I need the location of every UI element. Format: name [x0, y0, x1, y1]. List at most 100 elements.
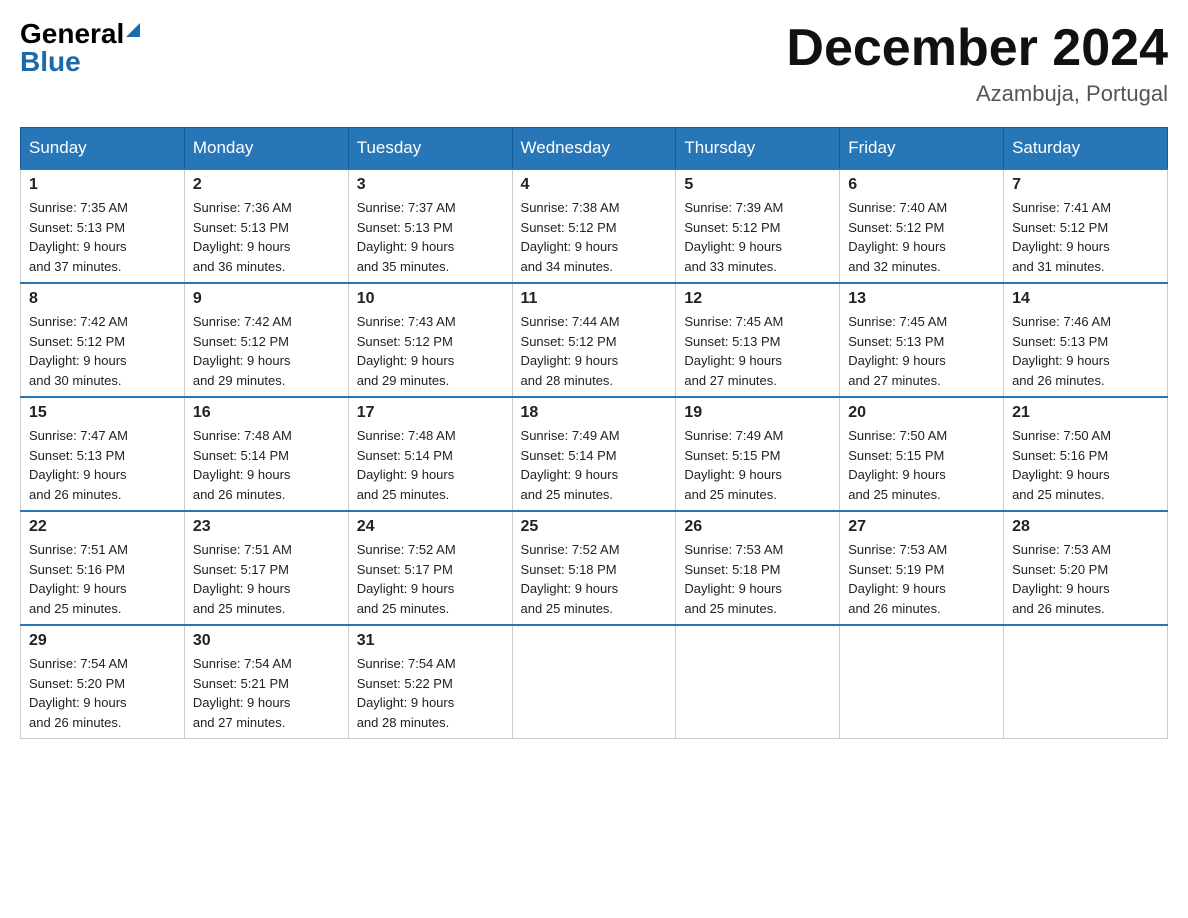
day-number: 11	[521, 290, 668, 308]
day-info: Sunrise: 7:40 AM Sunset: 5:12 PM Dayligh…	[848, 198, 995, 276]
day-number: 3	[357, 176, 504, 194]
logo-blue-text: Blue	[20, 48, 81, 76]
calendar-cell: 23 Sunrise: 7:51 AM Sunset: 5:17 PM Dayl…	[184, 511, 348, 625]
day-number: 30	[193, 632, 340, 650]
day-info: Sunrise: 7:49 AM Sunset: 5:15 PM Dayligh…	[684, 426, 831, 504]
calendar-cell: 9 Sunrise: 7:42 AM Sunset: 5:12 PM Dayli…	[184, 283, 348, 397]
calendar-cell: 8 Sunrise: 7:42 AM Sunset: 5:12 PM Dayli…	[21, 283, 185, 397]
day-info: Sunrise: 7:42 AM Sunset: 5:12 PM Dayligh…	[193, 312, 340, 390]
day-number: 20	[848, 404, 995, 422]
calendar-cell: 11 Sunrise: 7:44 AM Sunset: 5:12 PM Dayl…	[512, 283, 676, 397]
day-info: Sunrise: 7:52 AM Sunset: 5:17 PM Dayligh…	[357, 540, 504, 618]
day-info: Sunrise: 7:45 AM Sunset: 5:13 PM Dayligh…	[684, 312, 831, 390]
day-info: Sunrise: 7:50 AM Sunset: 5:16 PM Dayligh…	[1012, 426, 1159, 504]
day-info: Sunrise: 7:54 AM Sunset: 5:22 PM Dayligh…	[357, 654, 504, 732]
week-row-3: 15 Sunrise: 7:47 AM Sunset: 5:13 PM Dayl…	[21, 397, 1168, 511]
day-info: Sunrise: 7:44 AM Sunset: 5:12 PM Dayligh…	[521, 312, 668, 390]
calendar-cell: 1 Sunrise: 7:35 AM Sunset: 5:13 PM Dayli…	[21, 169, 185, 283]
calendar-cell: 13 Sunrise: 7:45 AM Sunset: 5:13 PM Dayl…	[840, 283, 1004, 397]
day-info: Sunrise: 7:53 AM Sunset: 5:20 PM Dayligh…	[1012, 540, 1159, 618]
day-number: 19	[684, 404, 831, 422]
day-number: 8	[29, 290, 176, 308]
week-row-5: 29 Sunrise: 7:54 AM Sunset: 5:20 PM Dayl…	[21, 625, 1168, 739]
day-number: 4	[521, 176, 668, 194]
calendar-table: SundayMondayTuesdayWednesdayThursdayFrid…	[20, 127, 1168, 739]
day-number: 5	[684, 176, 831, 194]
day-info: Sunrise: 7:48 AM Sunset: 5:14 PM Dayligh…	[357, 426, 504, 504]
page-header: General Blue December 2024 Azambuja, Por…	[20, 20, 1168, 107]
calendar-header-monday: Monday	[184, 128, 348, 170]
day-info: Sunrise: 7:36 AM Sunset: 5:13 PM Dayligh…	[193, 198, 340, 276]
calendar-cell: 16 Sunrise: 7:48 AM Sunset: 5:14 PM Dayl…	[184, 397, 348, 511]
day-info: Sunrise: 7:54 AM Sunset: 5:20 PM Dayligh…	[29, 654, 176, 732]
day-number: 24	[357, 518, 504, 536]
day-info: Sunrise: 7:42 AM Sunset: 5:12 PM Dayligh…	[29, 312, 176, 390]
day-number: 23	[193, 518, 340, 536]
day-number: 2	[193, 176, 340, 194]
location-text: Azambuja, Portugal	[786, 81, 1168, 107]
week-row-1: 1 Sunrise: 7:35 AM Sunset: 5:13 PM Dayli…	[21, 169, 1168, 283]
calendar-header-wednesday: Wednesday	[512, 128, 676, 170]
calendar-cell: 10 Sunrise: 7:43 AM Sunset: 5:12 PM Dayl…	[348, 283, 512, 397]
calendar-cell: 3 Sunrise: 7:37 AM Sunset: 5:13 PM Dayli…	[348, 169, 512, 283]
day-info: Sunrise: 7:51 AM Sunset: 5:17 PM Dayligh…	[193, 540, 340, 618]
calendar-cell: 24 Sunrise: 7:52 AM Sunset: 5:17 PM Dayl…	[348, 511, 512, 625]
calendar-cell: 31 Sunrise: 7:54 AM Sunset: 5:22 PM Dayl…	[348, 625, 512, 739]
day-info: Sunrise: 7:37 AM Sunset: 5:13 PM Dayligh…	[357, 198, 504, 276]
calendar-cell: 21 Sunrise: 7:50 AM Sunset: 5:16 PM Dayl…	[1004, 397, 1168, 511]
logo-triangle-icon	[126, 23, 140, 37]
calendar-header-tuesday: Tuesday	[348, 128, 512, 170]
day-number: 29	[29, 632, 176, 650]
calendar-header-row: SundayMondayTuesdayWednesdayThursdayFrid…	[21, 128, 1168, 170]
day-info: Sunrise: 7:53 AM Sunset: 5:18 PM Dayligh…	[684, 540, 831, 618]
day-number: 28	[1012, 518, 1159, 536]
day-number: 6	[848, 176, 995, 194]
calendar-cell: 28 Sunrise: 7:53 AM Sunset: 5:20 PM Dayl…	[1004, 511, 1168, 625]
day-info: Sunrise: 7:53 AM Sunset: 5:19 PM Dayligh…	[848, 540, 995, 618]
calendar-header-friday: Friday	[840, 128, 1004, 170]
calendar-cell: 19 Sunrise: 7:49 AM Sunset: 5:15 PM Dayl…	[676, 397, 840, 511]
day-number: 14	[1012, 290, 1159, 308]
day-info: Sunrise: 7:47 AM Sunset: 5:13 PM Dayligh…	[29, 426, 176, 504]
calendar-cell: 18 Sunrise: 7:49 AM Sunset: 5:14 PM Dayl…	[512, 397, 676, 511]
calendar-cell: 15 Sunrise: 7:47 AM Sunset: 5:13 PM Dayl…	[21, 397, 185, 511]
day-number: 7	[1012, 176, 1159, 194]
calendar-cell: 4 Sunrise: 7:38 AM Sunset: 5:12 PM Dayli…	[512, 169, 676, 283]
calendar-cell: 12 Sunrise: 7:45 AM Sunset: 5:13 PM Dayl…	[676, 283, 840, 397]
day-number: 10	[357, 290, 504, 308]
calendar-cell	[1004, 625, 1168, 739]
day-number: 21	[1012, 404, 1159, 422]
day-info: Sunrise: 7:51 AM Sunset: 5:16 PM Dayligh…	[29, 540, 176, 618]
day-info: Sunrise: 7:48 AM Sunset: 5:14 PM Dayligh…	[193, 426, 340, 504]
day-number: 27	[848, 518, 995, 536]
calendar-cell: 6 Sunrise: 7:40 AM Sunset: 5:12 PM Dayli…	[840, 169, 1004, 283]
calendar-cell: 26 Sunrise: 7:53 AM Sunset: 5:18 PM Dayl…	[676, 511, 840, 625]
calendar-cell	[512, 625, 676, 739]
calendar-cell: 17 Sunrise: 7:48 AM Sunset: 5:14 PM Dayl…	[348, 397, 512, 511]
day-number: 16	[193, 404, 340, 422]
calendar-cell: 27 Sunrise: 7:53 AM Sunset: 5:19 PM Dayl…	[840, 511, 1004, 625]
logo-general-text: General	[20, 20, 124, 48]
day-number: 17	[357, 404, 504, 422]
day-number: 13	[848, 290, 995, 308]
day-number: 9	[193, 290, 340, 308]
day-info: Sunrise: 7:35 AM Sunset: 5:13 PM Dayligh…	[29, 198, 176, 276]
calendar-cell	[676, 625, 840, 739]
calendar-cell: 25 Sunrise: 7:52 AM Sunset: 5:18 PM Dayl…	[512, 511, 676, 625]
calendar-header-sunday: Sunday	[21, 128, 185, 170]
day-info: Sunrise: 7:49 AM Sunset: 5:14 PM Dayligh…	[521, 426, 668, 504]
title-block: December 2024 Azambuja, Portugal	[786, 20, 1168, 107]
calendar-cell: 5 Sunrise: 7:39 AM Sunset: 5:12 PM Dayli…	[676, 169, 840, 283]
day-info: Sunrise: 7:38 AM Sunset: 5:12 PM Dayligh…	[521, 198, 668, 276]
day-number: 25	[521, 518, 668, 536]
calendar-cell: 14 Sunrise: 7:46 AM Sunset: 5:13 PM Dayl…	[1004, 283, 1168, 397]
week-row-4: 22 Sunrise: 7:51 AM Sunset: 5:16 PM Dayl…	[21, 511, 1168, 625]
day-info: Sunrise: 7:41 AM Sunset: 5:12 PM Dayligh…	[1012, 198, 1159, 276]
day-number: 1	[29, 176, 176, 194]
calendar-header-saturday: Saturday	[1004, 128, 1168, 170]
calendar-cell: 2 Sunrise: 7:36 AM Sunset: 5:13 PM Dayli…	[184, 169, 348, 283]
day-number: 15	[29, 404, 176, 422]
day-number: 31	[357, 632, 504, 650]
calendar-header-thursday: Thursday	[676, 128, 840, 170]
calendar-cell: 29 Sunrise: 7:54 AM Sunset: 5:20 PM Dayl…	[21, 625, 185, 739]
